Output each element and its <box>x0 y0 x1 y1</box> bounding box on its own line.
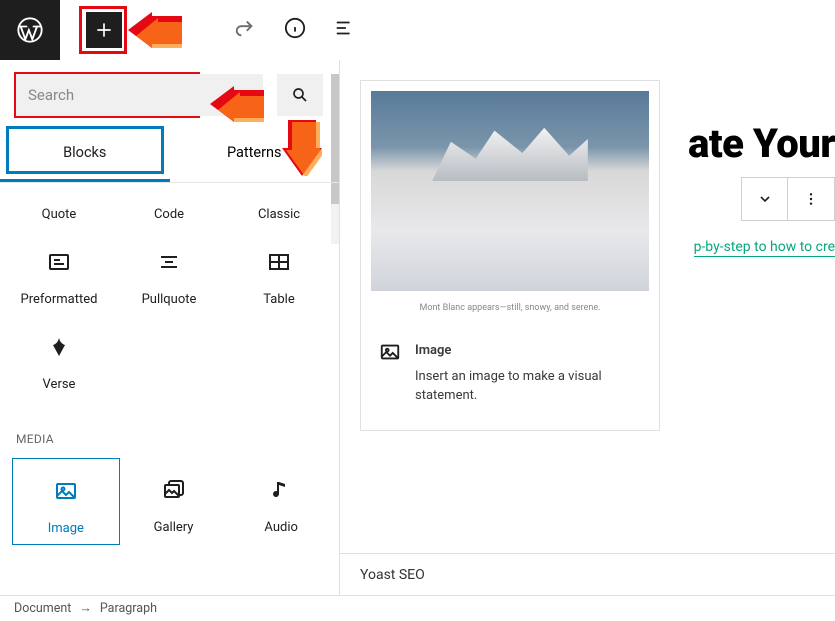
block-code[interactable]: Code <box>114 189 224 230</box>
preview-image <box>371 91 649 291</box>
image-icon <box>379 341 401 406</box>
info-icon[interactable] <box>284 17 306 43</box>
text-blocks-grid: Quote Code Classic Preformatted Pullquot… <box>0 183 339 414</box>
top-toolbar <box>0 0 835 60</box>
block-label: Gallery <box>154 520 194 535</box>
block-audio[interactable]: Audio <box>227 458 335 545</box>
table-icon <box>224 248 334 276</box>
media-section-label: MEDIA <box>0 414 339 452</box>
block-label: Pullquote <box>142 292 197 307</box>
preview-description: Insert an image to make a visual stateme… <box>415 367 641 406</box>
block-label: Image <box>48 521 84 536</box>
block-classic[interactable]: Classic <box>224 189 334 230</box>
preview-caption: Mont Blanc appears—still, snowy, and ser… <box>361 297 659 327</box>
main-area: Search Blocks Patterns Quote Code Classi… <box>0 60 835 595</box>
image-icon <box>13 477 119 505</box>
block-toolbar <box>741 177 835 221</box>
gallery-icon <box>120 476 228 504</box>
subtext-fragment[interactable]: p-by-step to how to cre <box>694 239 835 257</box>
breadcrumb-root: Document <box>14 601 71 616</box>
block-label: Code <box>154 207 184 222</box>
block-inserter-panel: Search Blocks Patterns Quote Code Classi… <box>0 60 340 595</box>
audio-icon <box>227 476 335 504</box>
list-view-icon[interactable] <box>334 17 356 43</box>
redo-icon[interactable] <box>234 17 256 43</box>
block-label: Quote <box>42 207 77 222</box>
media-blocks-grid: Image Gallery Audio <box>0 452 339 559</box>
heading-fragment[interactable]: ate Your <box>688 120 835 167</box>
block-pullquote[interactable]: Pullquote <box>114 230 224 315</box>
preformatted-icon <box>4 248 114 276</box>
block-label: Verse <box>43 377 76 392</box>
block-gallery[interactable]: Gallery <box>120 458 228 545</box>
block-label: Audio <box>264 520 297 535</box>
add-block-button[interactable] <box>86 12 122 48</box>
yoast-panel[interactable]: Yoast SEO <box>340 553 835 595</box>
search-input[interactable]: Search <box>16 74 263 116</box>
page-content-fragment: ate Your p-by-step to how to cre <box>688 120 835 257</box>
tab-blocks[interactable]: Blocks <box>0 130 170 182</box>
block-image[interactable]: Image <box>12 458 120 545</box>
block-label: Table <box>263 292 294 307</box>
tab-patterns[interactable]: Patterns <box>170 130 340 182</box>
breadcrumb[interactable]: Document → Paragraph <box>0 595 835 621</box>
block-quote[interactable]: Quote <box>4 189 114 230</box>
block-preformatted[interactable]: Preformatted <box>4 230 114 315</box>
preview-info: Image Insert an image to make a visual s… <box>361 327 659 430</box>
verse-icon <box>4 333 114 361</box>
block-label: Preformatted <box>21 292 98 307</box>
block-label: Classic <box>258 207 300 222</box>
block-table[interactable]: Table <box>224 230 334 315</box>
preview-title: Image <box>415 341 641 361</box>
inserter-tabs: Blocks Patterns <box>0 130 339 183</box>
breadcrumb-current: Paragraph <box>100 601 157 616</box>
search-button[interactable] <box>277 74 323 116</box>
wp-logo[interactable] <box>0 0 60 60</box>
chevron-down-icon[interactable] <box>742 178 788 220</box>
block-preview-card: Mont Blanc appears—still, snowy, and ser… <box>360 80 660 431</box>
editor-canvas: Mont Blanc appears—still, snowy, and ser… <box>340 60 835 595</box>
pullquote-icon <box>114 248 224 276</box>
block-verse[interactable]: Verse <box>4 315 114 400</box>
breadcrumb-sep: → <box>79 601 92 616</box>
more-options-icon[interactable] <box>788 178 834 220</box>
top-toolbar-icons <box>234 17 356 43</box>
